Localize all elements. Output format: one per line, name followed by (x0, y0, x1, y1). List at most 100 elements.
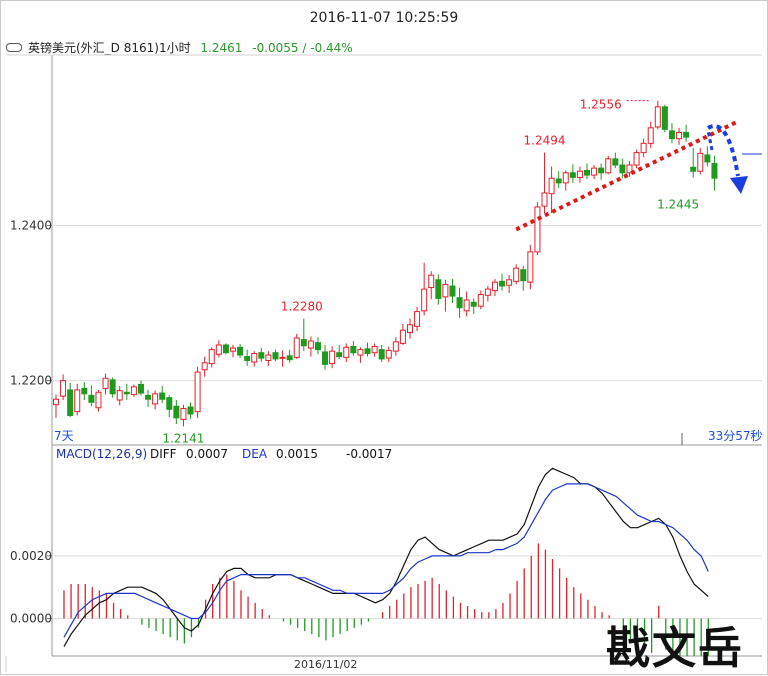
candle-body (159, 392, 166, 400)
candle-body (130, 386, 137, 396)
candle (314, 337, 321, 355)
candle-body (314, 342, 321, 351)
candle-body (569, 172, 576, 178)
candle-body (300, 339, 307, 347)
candle (74, 383, 81, 416)
candle (442, 279, 449, 312)
candle (378, 344, 385, 363)
candle-body (265, 354, 272, 361)
candle-body (286, 355, 293, 361)
candle-body (88, 394, 95, 403)
candle (534, 202, 541, 255)
candle (435, 274, 442, 305)
candle (392, 337, 399, 356)
low-annotation: 1.2141 (162, 431, 204, 445)
peak-annotation: 1.2494 (524, 134, 566, 148)
candle-body (364, 348, 371, 354)
candle-body (399, 329, 406, 344)
candle-body (81, 387, 88, 395)
candle (322, 344, 329, 370)
candle (541, 152, 548, 214)
candle-body (520, 269, 527, 282)
candle-body (697, 152, 704, 172)
candle-body (145, 394, 152, 400)
candle (130, 384, 137, 397)
candle (201, 356, 208, 377)
candle (187, 402, 194, 419)
candle (116, 386, 123, 406)
candle-body (230, 347, 236, 352)
candle-body (435, 279, 442, 299)
candle (399, 324, 406, 345)
candle (513, 264, 520, 285)
price-chart[interactable]: 1.2400 1.2200 1.2556 1.2494 1.2280 1.2141 1.24… (0, 0, 768, 675)
candle-body (683, 131, 690, 138)
candle-body (477, 294, 484, 307)
diff-legend-value: 0.0007 (186, 447, 228, 461)
candle-body (555, 178, 562, 184)
candle (449, 279, 456, 304)
candle-body (102, 377, 109, 389)
candle-body (449, 285, 456, 297)
candle (272, 349, 279, 362)
candle-body (690, 166, 697, 172)
candle (569, 164, 576, 183)
candle-body (194, 371, 201, 413)
candle (626, 161, 633, 177)
candle-body (598, 167, 605, 174)
candle (456, 287, 463, 318)
candle-body (421, 288, 428, 312)
candle (293, 334, 300, 359)
candle-body (676, 131, 683, 140)
candle (279, 350, 286, 367)
candle (711, 155, 718, 191)
diff-legend-name: DIFF (150, 447, 177, 461)
candle-body (215, 344, 222, 355)
candle (647, 121, 654, 148)
candle-body (640, 142, 647, 154)
candle (81, 382, 88, 401)
candle (145, 389, 152, 407)
candle (676, 127, 683, 145)
candle-body (541, 192, 548, 207)
candle-body (251, 352, 258, 363)
candle-body (484, 288, 491, 296)
candle-body (123, 391, 130, 395)
price-tick-label: 1.2200 (10, 374, 52, 388)
candle (215, 340, 222, 358)
candle (697, 147, 704, 175)
candle (180, 404, 187, 427)
macd-tick-label: 0.0020 (10, 549, 52, 563)
candle-body (491, 281, 498, 292)
countdown-label: 33分57秒 (708, 429, 763, 443)
candle-body (513, 267, 520, 282)
candle-body (534, 206, 541, 253)
candle-body (201, 362, 208, 371)
candle (53, 394, 59, 418)
candle-body (60, 380, 67, 397)
candle (640, 138, 647, 158)
candle-body (591, 167, 598, 176)
candle-body (562, 172, 569, 184)
candle-body (152, 393, 159, 405)
candle (166, 395, 173, 418)
candle (364, 342, 371, 357)
candle-body (222, 344, 229, 354)
forecast-arrowhead (730, 176, 748, 194)
candle (237, 344, 244, 359)
candle (194, 366, 201, 418)
candle (230, 344, 236, 358)
candle (654, 100, 661, 130)
price-tick-label: 1.2400 (10, 219, 52, 233)
candle (548, 166, 555, 214)
candle-body (548, 177, 555, 195)
candle-body (322, 351, 329, 365)
candle-body (499, 280, 506, 287)
candle (562, 170, 569, 191)
candle (520, 265, 527, 291)
low-annotation: 1.2445 (657, 198, 699, 212)
candle-body (343, 346, 350, 358)
candle-body (584, 169, 590, 176)
candle-body (619, 164, 626, 174)
candle-body (237, 346, 244, 356)
